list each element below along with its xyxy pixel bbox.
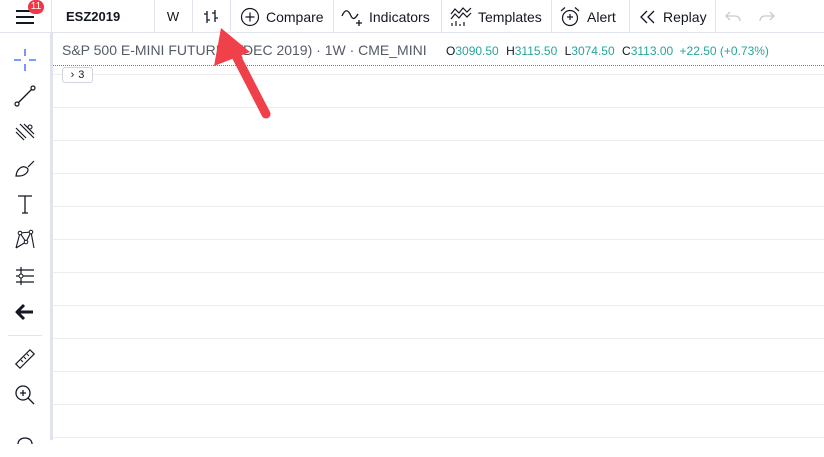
gridline <box>53 239 824 240</box>
pattern-icon <box>15 229 35 249</box>
chart-style-button[interactable] <box>193 0 229 33</box>
gridline <box>53 272 824 273</box>
symbol-label: ESZ2019 <box>66 9 121 24</box>
gridline <box>53 107 824 108</box>
plus-circle-icon <box>240 7 260 26</box>
gridline <box>53 371 824 372</box>
templates-icon <box>450 6 472 26</box>
compare-label: Compare <box>266 8 324 25</box>
replay-button[interactable]: Replay <box>630 0 714 33</box>
menu-button[interactable]: 11 <box>0 0 50 33</box>
high-value: 3115.50 <box>514 44 558 58</box>
fib-icon <box>15 123 35 141</box>
undo-icon <box>725 11 741 21</box>
gridline <box>53 338 824 339</box>
templates-button[interactable]: Templates <box>442 0 550 33</box>
chart-pane[interactable]: S&P 500 E-MINI FUTURES (DEC 2019) · 1W ·… <box>53 34 824 440</box>
notification-badge: 11 <box>28 0 44 14</box>
gridline <box>53 305 824 306</box>
prediction-icon <box>16 267 34 285</box>
indicators-label: Indicators <box>369 8 430 25</box>
redo-button[interactable] <box>750 0 784 33</box>
text-icon <box>18 195 32 214</box>
gridline <box>53 74 824 75</box>
gridline <box>53 140 824 141</box>
ohlc-values: O3090.50 H3115.50 L3074.50 C3113.00 +22.… <box>446 44 769 58</box>
alarm-clock-icon <box>560 6 580 26</box>
low-value: 3074.50 <box>571 44 615 58</box>
magnet-tool[interactable] <box>8 427 42 457</box>
indicators-button[interactable]: Indicators <box>334 0 440 33</box>
zoom-tool[interactable] <box>8 380 42 410</box>
trend-line-icon <box>14 85 36 107</box>
divider <box>8 335 42 336</box>
templates-label: Templates <box>478 8 542 25</box>
fib-tool[interactable] <box>8 117 42 147</box>
rewind-icon <box>640 10 655 23</box>
high-label: H <box>506 44 515 58</box>
gridline <box>53 206 824 207</box>
last-price-line <box>53 65 824 66</box>
series-legend-title[interactable]: S&P 500 E-MINI FUTURES (DEC 2019) · 1W ·… <box>62 42 427 58</box>
change-value: +22.50 (+0.73%) <box>679 44 769 58</box>
open-label: O <box>446 44 456 58</box>
gridline <box>53 173 824 174</box>
open-value: 3090.50 <box>455 44 499 58</box>
indicator-count: 3 <box>78 69 85 81</box>
replay-label: Replay <box>663 8 707 25</box>
brush-tool[interactable] <box>8 153 42 183</box>
crosshair-tool[interactable] <box>8 45 42 75</box>
brush-icon <box>15 160 35 177</box>
gridline <box>53 404 824 405</box>
back-arrow-icon <box>15 303 33 321</box>
gridline <box>53 437 824 438</box>
magnet-icon <box>17 437 33 445</box>
measure-tool[interactable] <box>8 344 42 374</box>
interval-button[interactable]: W <box>155 0 191 33</box>
close-value: 3113.00 <box>630 44 674 58</box>
drawing-toolbar <box>0 33 50 445</box>
prediction-tool[interactable] <box>8 261 42 291</box>
interval-label: W <box>166 9 180 24</box>
redo-icon <box>759 11 775 21</box>
chevron-right-icon: › <box>70 69 75 81</box>
trend-line-tool[interactable] <box>8 81 42 111</box>
close-label: C <box>622 44 631 58</box>
indicators-icon <box>341 9 362 26</box>
alert-button[interactable]: Alert <box>552 0 628 33</box>
compare-button[interactable]: Compare <box>231 0 332 33</box>
bars-icon <box>204 9 218 23</box>
top-toolbar: 11 ESZ2019 W Compare Indicators Template… <box>0 0 824 33</box>
ruler-icon <box>14 348 36 370</box>
symbol-search-button[interactable]: ESZ2019 <box>52 0 153 33</box>
zoom-in-icon <box>15 385 35 405</box>
pattern-tool[interactable] <box>8 225 42 255</box>
crosshair-icon <box>14 49 36 71</box>
alert-label: Alert <box>587 8 616 25</box>
indicators-collapse-button[interactable]: › 3 <box>62 67 93 83</box>
text-tool[interactable] <box>8 189 42 219</box>
undo-button[interactable] <box>716 0 750 33</box>
back-tool[interactable] <box>8 297 42 327</box>
